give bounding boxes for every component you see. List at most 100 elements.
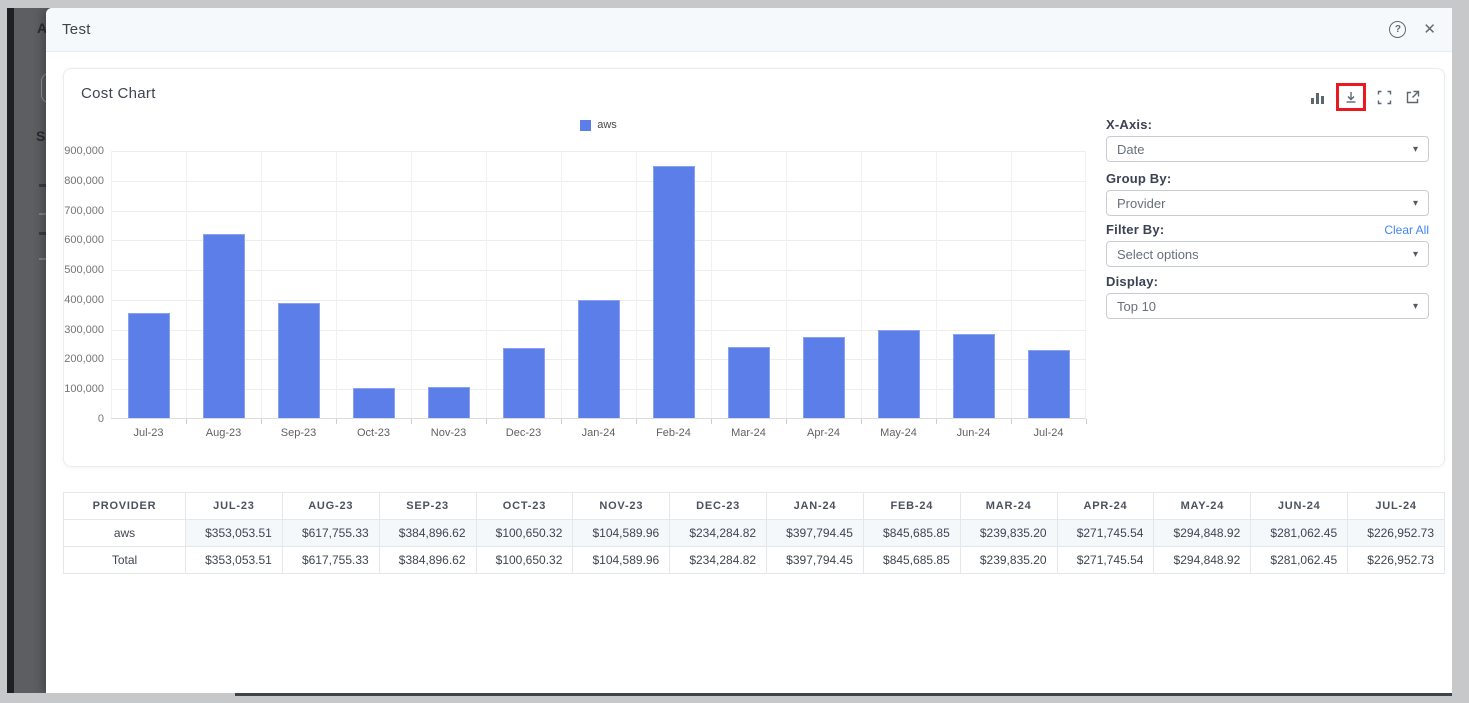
download-annotation-box: [1336, 83, 1366, 111]
background-sidebar: [7, 8, 14, 693]
provider-cell: aws: [64, 520, 186, 547]
x-axis-tick: [786, 419, 787, 424]
x-axis-select[interactable]: Date ▾: [1106, 136, 1429, 162]
y-axis-tick-label: 600,000: [64, 234, 104, 246]
display-select[interactable]: Top 10 ▾: [1106, 293, 1429, 319]
gridline-vertical: [861, 151, 862, 418]
display-label: Display:: [1106, 274, 1158, 289]
group-by-select[interactable]: Provider ▾: [1106, 190, 1429, 216]
bar-Jul-24[interactable]: [1028, 350, 1070, 418]
bar-Mar-24[interactable]: [728, 347, 770, 418]
chevron-down-icon: ▾: [1413, 301, 1418, 312]
cost-cell: $353,053.51: [186, 520, 283, 547]
gridline-vertical: [336, 151, 337, 418]
open-external-icon[interactable]: [1403, 88, 1422, 107]
background-bottom-edge: [235, 693, 1452, 696]
legend-label-aws: aws: [597, 119, 617, 131]
x-axis-tick: [186, 419, 187, 424]
y-axis-tick-label: 900,000: [64, 145, 104, 157]
column-header: FEB-24: [863, 493, 960, 520]
y-axis-tick-label: 0: [64, 413, 104, 425]
gridline-horizontal: [111, 240, 1086, 241]
column-header: APR-24: [1057, 493, 1154, 520]
gridline-horizontal: [111, 181, 1086, 182]
group-by-label: Group By:: [1106, 171, 1171, 186]
cost-cell: $234,284.82: [670, 520, 767, 547]
x-axis-tick: [711, 419, 712, 424]
bar-Sep-23[interactable]: [278, 303, 320, 418]
bar-Apr-24[interactable]: [803, 337, 845, 418]
app-window: Al Se Test ? ✕ Cost Chart: [7, 8, 1452, 693]
y-axis-tick-label: 800,000: [64, 175, 104, 187]
gridline-vertical: [711, 151, 712, 418]
column-header: OCT-23: [476, 493, 573, 520]
gridline-horizontal: [111, 151, 1086, 152]
x-axis-tick: [561, 419, 562, 424]
bar-Jul-23[interactable]: [128, 313, 170, 418]
column-header: DEC-23: [670, 493, 767, 520]
gridline-vertical: [636, 151, 637, 418]
cost-cell: $100,650.32: [476, 547, 573, 574]
y-axis-tick-label: 400,000: [64, 294, 104, 306]
bar-Aug-23[interactable]: [203, 234, 245, 418]
y-axis-tick-label: 700,000: [64, 205, 104, 217]
cost-cell: $226,952.73: [1348, 520, 1445, 547]
card-title: Cost Chart: [81, 85, 156, 102]
x-axis-select-value: Date: [1117, 142, 1144, 157]
cost-cell: $281,062.45: [1251, 520, 1348, 547]
gridline-vertical: [936, 151, 937, 418]
filter-by-select-value: Select options: [1117, 247, 1199, 262]
help-icon[interactable]: ?: [1389, 21, 1406, 38]
y-axis-tick-label: 200,000: [64, 353, 104, 365]
fullscreen-icon[interactable]: [1375, 88, 1394, 107]
chart-type-icon[interactable]: [1308, 88, 1327, 107]
x-axis-tick: [486, 419, 487, 424]
bar-Feb-24[interactable]: [653, 166, 695, 418]
modal-header-icons: ? ✕: [1389, 21, 1436, 38]
column-header: JUL-24: [1348, 493, 1445, 520]
x-axis-tick-label: Jun-24: [936, 427, 1011, 439]
x-axis-tick-label: Jul-23: [111, 427, 186, 439]
gridline-vertical: [186, 151, 187, 418]
x-axis-tick: [1011, 419, 1012, 424]
test-modal: Test ? ✕ Cost Chart: [46, 8, 1452, 693]
column-header: JUL-23: [186, 493, 283, 520]
cost-cell: $353,053.51: [186, 547, 283, 574]
legend-swatch-aws: [580, 120, 591, 131]
x-axis-tick-label: Oct-23: [336, 427, 411, 439]
x-axis-tick: [1086, 419, 1087, 424]
cost-table: PROVIDERJUL-23AUG-23SEP-23OCT-23NOV-23DE…: [63, 492, 1445, 574]
bar-Oct-23[interactable]: [353, 388, 395, 418]
bar-Dec-23[interactable]: [503, 348, 545, 418]
bar-Nov-23[interactable]: [428, 387, 470, 418]
x-axis-tick: [411, 419, 412, 424]
close-icon[interactable]: ✕: [1423, 22, 1436, 37]
chart-plot-area: [111, 151, 1086, 419]
group-by-select-value: Provider: [1117, 196, 1165, 211]
bar-Jun-24[interactable]: [953, 334, 995, 418]
gridline-vertical: [1011, 151, 1012, 418]
gridline-vertical: [561, 151, 562, 418]
x-axis-tick-label: Dec-23: [486, 427, 561, 439]
x-axis-tick-label: Feb-24: [636, 427, 711, 439]
bar-Jan-24[interactable]: [578, 300, 620, 418]
table-header-row: PROVIDERJUL-23AUG-23SEP-23OCT-23NOV-23DE…: [64, 493, 1445, 520]
cost-cell: $384,896.62: [379, 520, 476, 547]
x-axis-tick-label: Apr-24: [786, 427, 861, 439]
cost-table-container: PROVIDERJUL-23AUG-23SEP-23OCT-23NOV-23DE…: [63, 492, 1445, 574]
provider-cell: Total: [64, 547, 186, 574]
cost-cell: $226,952.73: [1348, 547, 1445, 574]
column-header: MAY-24: [1154, 493, 1251, 520]
table-row-aws: aws$353,053.51$617,755.33$384,896.62$100…: [64, 520, 1445, 547]
cost-cell: $845,685.85: [863, 520, 960, 547]
chart-toolbar: [1308, 83, 1422, 111]
table-row-total: Total$353,053.51$617,755.33$384,896.62$1…: [64, 547, 1445, 574]
x-axis-tick-label: Mar-24: [711, 427, 786, 439]
bar-May-24[interactable]: [878, 330, 920, 418]
chevron-down-icon: ▾: [1413, 198, 1418, 209]
clear-all-link[interactable]: Clear All: [1384, 223, 1429, 237]
filter-by-row: Filter By: Clear All: [1106, 222, 1429, 237]
filter-by-select[interactable]: Select options ▾: [1106, 241, 1429, 267]
download-icon[interactable]: [1342, 88, 1360, 106]
cost-cell: $100,650.32: [476, 520, 573, 547]
